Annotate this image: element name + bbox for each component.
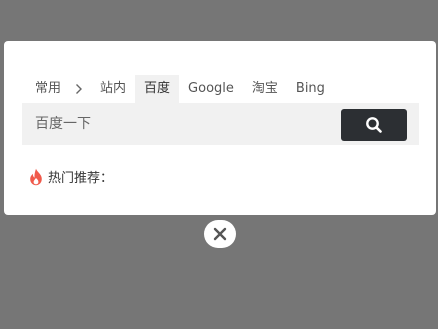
tab-bing[interactable]: Bing [287, 75, 334, 103]
close-button[interactable] [204, 220, 236, 248]
hot-recommendations: 热门推荐： [28, 167, 113, 186]
fire-icon [28, 168, 44, 186]
tab-taobao[interactable]: 淘宝 [243, 75, 287, 103]
search-icon [365, 116, 383, 134]
search-engine-modal: 常用 站内 百度 Google 淘宝 Bing 热门推荐： [4, 41, 436, 215]
tab-google[interactable]: Google [179, 75, 243, 103]
tab-site[interactable]: 站内 [91, 75, 135, 103]
engine-tabs: 常用 站内 百度 Google 淘宝 Bing [25, 75, 334, 103]
tab-baidu[interactable]: 百度 [135, 75, 180, 103]
chevron-right-icon [71, 75, 87, 103]
tab-common[interactable]: 常用 [25, 75, 71, 103]
search-bar [22, 103, 419, 145]
search-button[interactable] [341, 109, 407, 141]
background-page-title [86, 2, 272, 18]
close-icon [213, 227, 227, 241]
hot-label: 热门推荐： [48, 171, 114, 186]
